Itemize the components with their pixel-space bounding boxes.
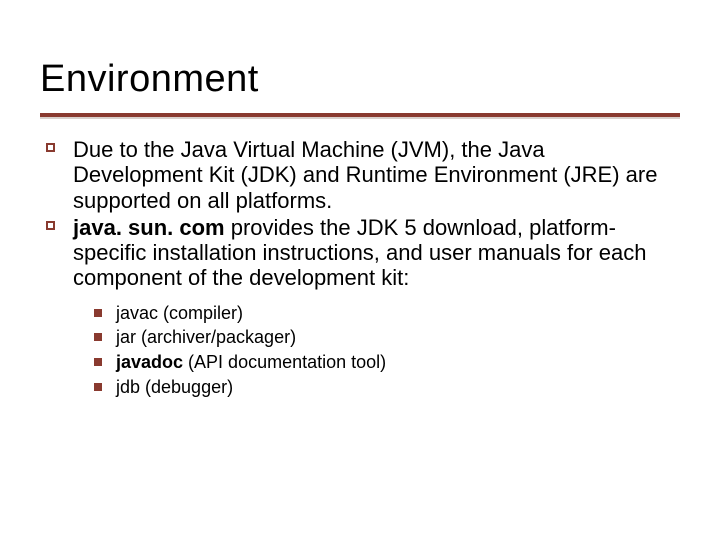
square-solid-icon: [94, 358, 102, 366]
slide-body: Due to the Java Virtual Machine (JVM), t…: [40, 137, 680, 398]
slide-title: Environment: [40, 58, 680, 101]
bullet-item: Due to the Java Virtual Machine (JVM), t…: [40, 137, 680, 213]
sub-bullet-item: javac (compiler): [88, 303, 680, 324]
bullet-text: Due to the Java Virtual Machine (JVM), t…: [73, 137, 680, 213]
bullet-bold-prefix: java. sun. com: [73, 215, 225, 240]
sub-bullet-text: jdb (debugger): [116, 377, 680, 398]
slide: Environment Due to the Java Virtual Mach…: [0, 0, 720, 540]
sub-bullet-bold: javadoc: [116, 352, 183, 372]
sub-bullet-rest: (API documentation tool): [183, 352, 386, 372]
square-solid-icon: [94, 333, 102, 341]
square-open-icon: [46, 143, 55, 152]
sub-bullet-item: jdb (debugger): [88, 377, 680, 398]
bullet-text: java. sun. com provides the JDK 5 downlo…: [73, 215, 680, 291]
title-rule: [40, 109, 680, 119]
bullet-item: java. sun. com provides the JDK 5 downlo…: [40, 215, 680, 291]
sub-bullet-text: jar (archiver/packager): [116, 327, 680, 348]
square-solid-icon: [94, 383, 102, 391]
sub-bullet-list: javac (compiler) jar (archiver/packager)…: [88, 303, 680, 398]
sub-bullet-text: javadoc (API documentation tool): [116, 352, 680, 373]
sub-bullet-item: jar (archiver/packager): [88, 327, 680, 348]
square-solid-icon: [94, 309, 102, 317]
square-open-icon: [46, 221, 55, 230]
sub-bullet-item: javadoc (API documentation tool): [88, 352, 680, 373]
sub-bullet-text: javac (compiler): [116, 303, 680, 324]
